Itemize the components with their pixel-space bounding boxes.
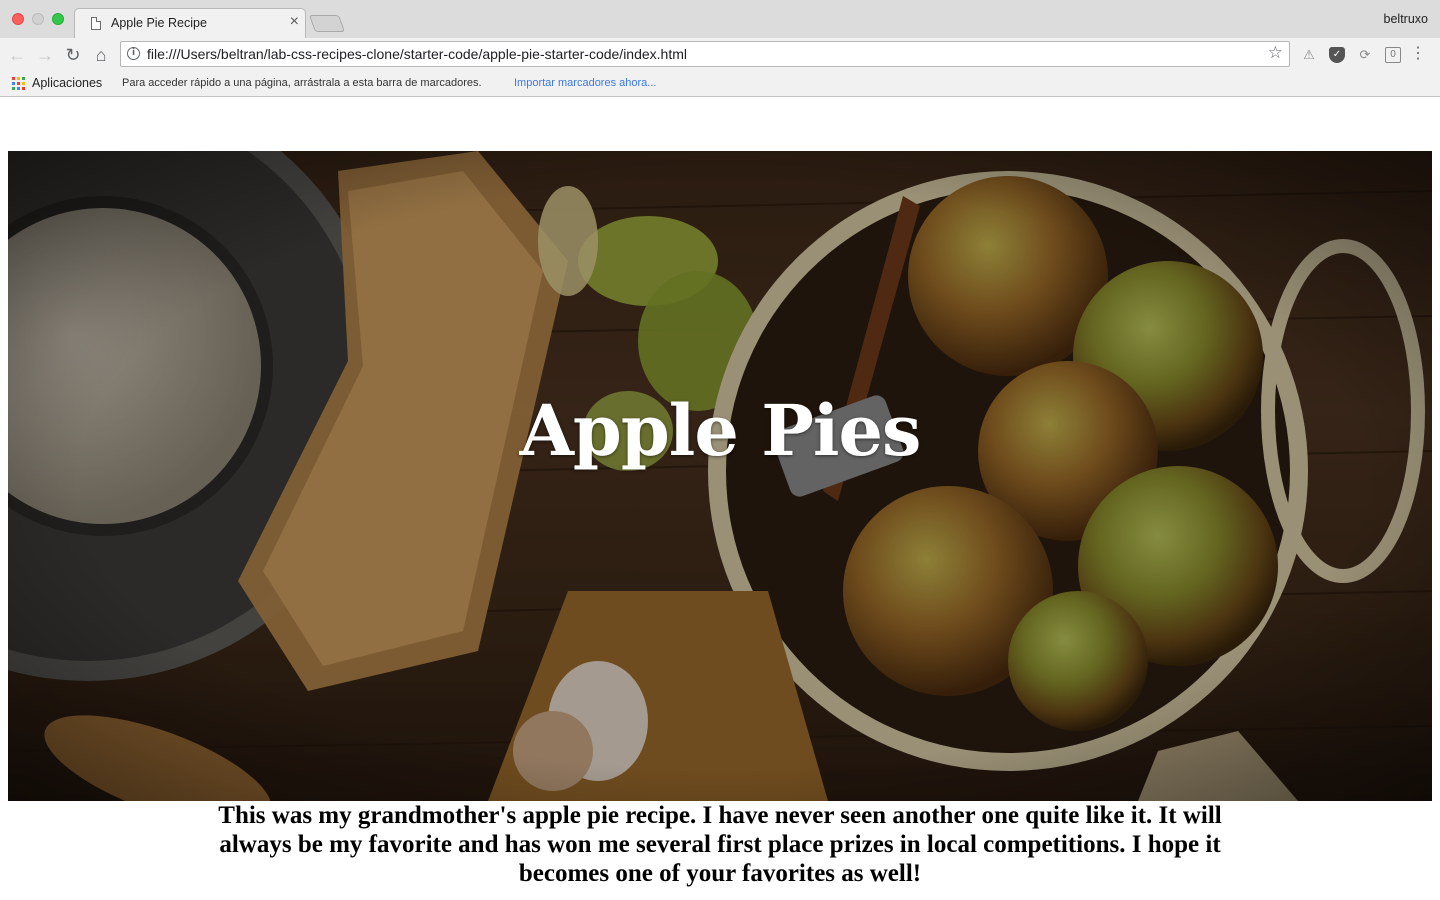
- import-bookmarks-link[interactable]: Importar marcadores ahora...: [514, 77, 656, 89]
- tab-apple-pie-recipe[interactable]: Apple Pie Recipe ×: [74, 8, 306, 38]
- recipe-intro-text: This was my grandmother's apple pie reci…: [218, 802, 1222, 887]
- sync-extension-icon[interactable]: ⟳: [1357, 47, 1373, 63]
- browser-chrome: Apple Pie Recipe × beltruxo ← → ↻ ⌂ i fi…: [0, 0, 1440, 97]
- extension-box-icon[interactable]: 0: [1385, 47, 1401, 63]
- close-window-button[interactable]: [12, 13, 24, 25]
- hero-photo-illustration: [8, 151, 1432, 801]
- bookmarks-bar: Aplicaciones Para acceder rápido a una p…: [0, 72, 1440, 96]
- url-text[interactable]: file:///Users/beltran/lab-css-recipes-cl…: [147, 46, 687, 62]
- info-icon[interactable]: i: [127, 47, 140, 60]
- page-title: Apple Pies: [519, 389, 922, 472]
- forward-arrow-icon[interactable]: →: [34, 44, 56, 66]
- tab-close-icon[interactable]: ×: [290, 13, 299, 31]
- new-tab-button[interactable]: [308, 15, 346, 32]
- pocket-icon[interactable]: ✓: [1329, 47, 1345, 63]
- reload-icon[interactable]: ↻: [62, 44, 84, 66]
- menu-kebab-icon[interactable]: ⋮: [1410, 46, 1426, 62]
- apps-button[interactable]: Aplicaciones: [32, 76, 102, 90]
- bookmarks-hint: Para acceder rápido a una página, arrást…: [122, 77, 482, 89]
- apps-grid-icon[interactable]: [12, 77, 25, 90]
- minimize-window-button[interactable]: [32, 13, 44, 25]
- back-arrow-icon[interactable]: ←: [6, 44, 28, 66]
- address-bar[interactable]: i file:///Users/beltran/lab-css-recipes-…: [120, 41, 1290, 67]
- tab-title: Apple Pie Recipe: [111, 16, 207, 30]
- document-icon: [91, 17, 101, 30]
- profile-name[interactable]: beltruxo: [1384, 12, 1428, 26]
- maximize-window-button[interactable]: [52, 13, 64, 25]
- home-icon[interactable]: ⌂: [90, 44, 112, 66]
- hero-image: Apple Pies: [8, 151, 1432, 801]
- tab-strip: Apple Pie Recipe × beltruxo: [0, 0, 1440, 38]
- extension-icon[interactable]: ⚠: [1301, 47, 1317, 63]
- bookmark-star-icon[interactable]: ☆: [1268, 43, 1283, 63]
- toolbar: ← → ↻ ⌂ i file:///Users/beltran/lab-css-…: [0, 38, 1440, 72]
